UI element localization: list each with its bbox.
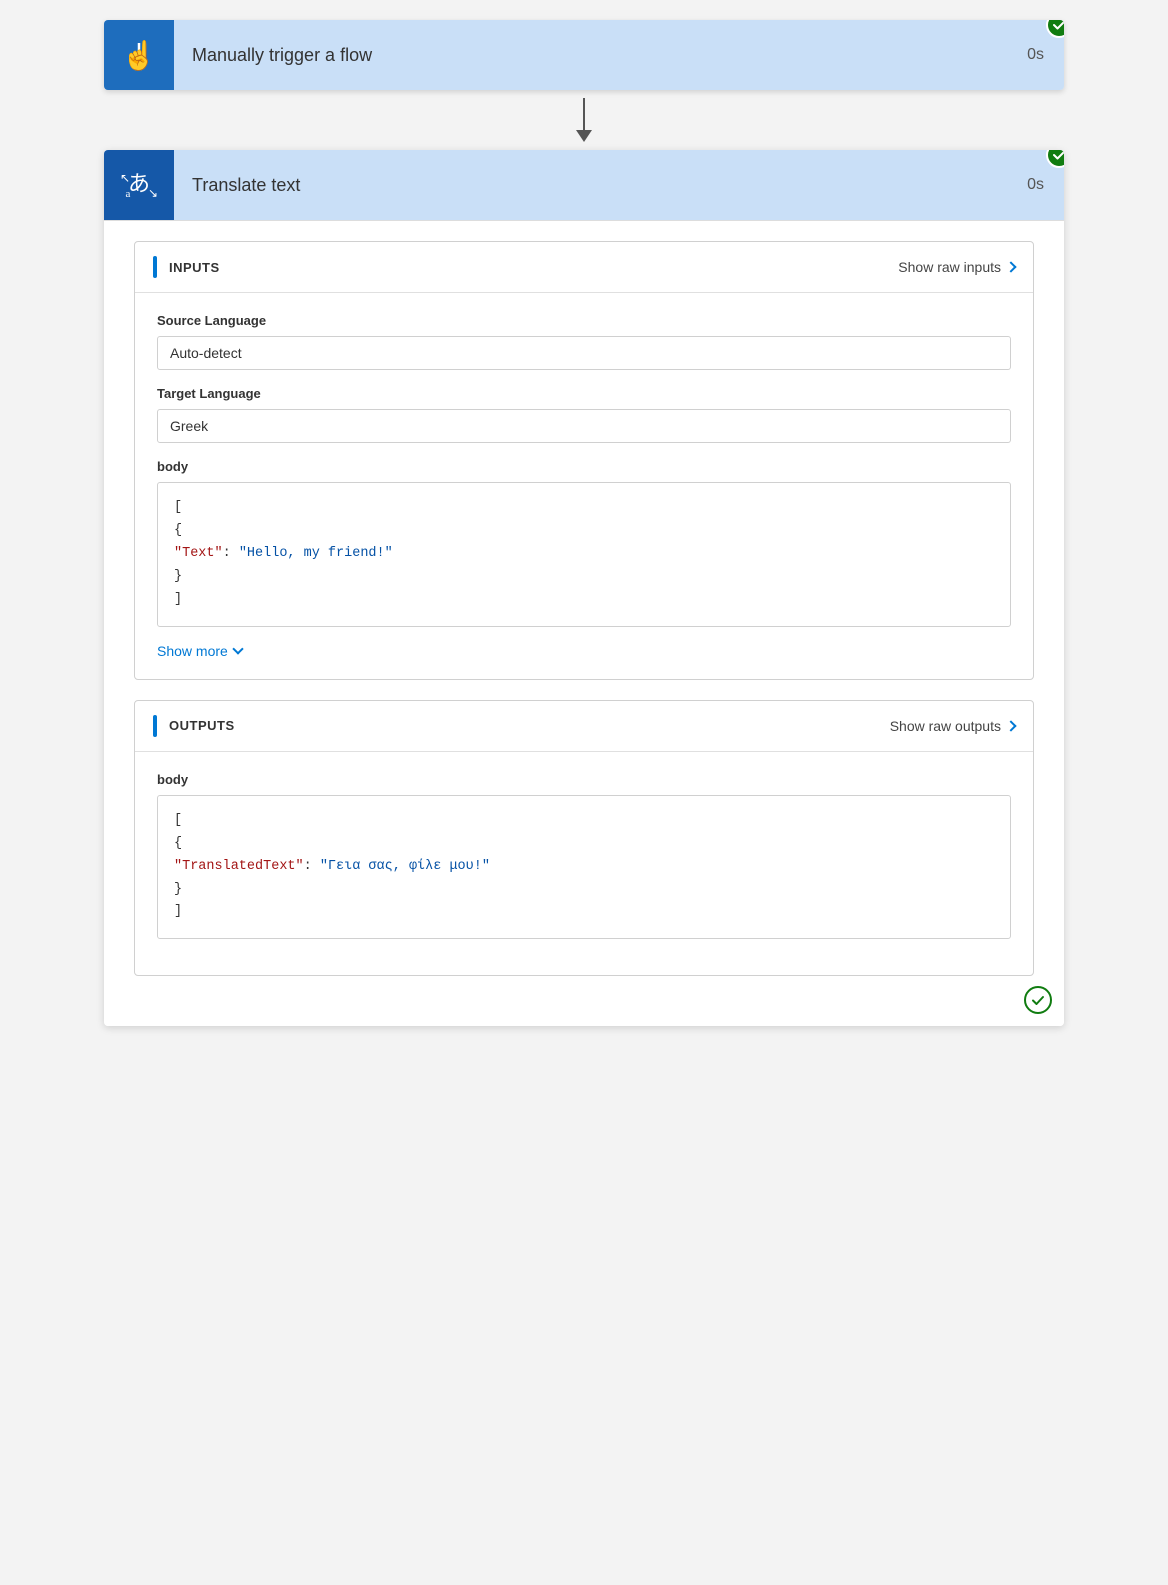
outputs-label-wrapper: OUTPUTS xyxy=(153,715,235,737)
translate-expand: INPUTS Show raw inputs Source Language A… xyxy=(104,220,1064,1026)
translate-duration: 0s xyxy=(1007,176,1064,194)
out-colon: : xyxy=(304,859,320,874)
code-brace-close: } xyxy=(174,566,994,589)
inputs-body-label: body xyxy=(157,459,1011,474)
out-brace-open: { xyxy=(174,833,994,856)
code-bracket-close: ] xyxy=(174,589,994,612)
source-language-value: Auto-detect xyxy=(157,336,1011,370)
code-colon: : xyxy=(223,546,239,561)
outputs-body-label: body xyxy=(157,772,1011,787)
code-key-value-line: "Text": "Hello, my friend!" xyxy=(174,543,994,566)
trigger-step[interactable]: ☝ Manually trigger a flow 0s xyxy=(104,20,1064,90)
out-bracket-close: ] xyxy=(174,901,994,924)
hand-pointer-icon: ☝ xyxy=(121,37,157,73)
code-bracket-open: [ xyxy=(174,497,994,520)
outputs-body-code: [ { "TranslatedText": "Γεια σας, φίλε μο… xyxy=(157,795,1011,940)
inputs-body-code: [ { "Text": "Hello, my friend!" } ] xyxy=(157,482,1011,627)
code-brace-open: { xyxy=(174,520,994,543)
svg-text:☝: ☝ xyxy=(122,38,157,72)
out-value: "Γεια σας, φίλε μου!" xyxy=(320,859,490,874)
translate-icon-wrapper: あ ↖ ↘ a xyxy=(104,150,174,220)
svg-text:↖: ↖ xyxy=(120,171,130,185)
show-raw-outputs-link[interactable]: Show raw outputs xyxy=(890,718,1015,734)
show-more-label: Show more xyxy=(157,643,228,659)
trigger-icon-wrapper: ☝ xyxy=(104,20,174,90)
chevron-down-icon xyxy=(232,644,243,655)
show-raw-outputs-label: Show raw outputs xyxy=(890,718,1001,734)
out-brace-close: } xyxy=(174,879,994,902)
inputs-header: INPUTS Show raw inputs xyxy=(135,242,1033,293)
inputs-section: INPUTS Show raw inputs Source Language A… xyxy=(134,241,1034,680)
source-language-label: Source Language xyxy=(157,313,1011,328)
inputs-label-wrapper: INPUTS xyxy=(153,256,220,278)
svg-text:あ: あ xyxy=(128,171,150,196)
inputs-accent-bar xyxy=(153,256,157,278)
target-language-label: Target Language xyxy=(157,386,1011,401)
outputs-header: OUTPUTS Show raw outputs xyxy=(135,701,1033,752)
chevron-right-outputs-icon xyxy=(1005,720,1016,731)
show-raw-inputs-link[interactable]: Show raw inputs xyxy=(898,259,1015,275)
outputs-section: OUTPUTS Show raw outputs body [ { xyxy=(134,700,1034,977)
out-key: "TranslatedText" xyxy=(174,859,304,874)
target-language-value: Greek xyxy=(157,409,1011,443)
out-bracket-open: [ xyxy=(174,810,994,833)
inputs-body: Source Language Auto-detect Target Langu… xyxy=(135,293,1033,679)
code-value: "Hello, my friend!" xyxy=(239,546,393,561)
arrow-connector xyxy=(576,90,592,150)
outputs-body: body [ { "TranslatedText": "Γεια σας, φί… xyxy=(135,752,1033,976)
chevron-right-icon xyxy=(1005,261,1016,272)
outputs-accent-bar xyxy=(153,715,157,737)
out-key-value-line: "TranslatedText": "Γεια σας, φίλε μου!" xyxy=(174,856,994,879)
bottom-success-badge xyxy=(1024,986,1052,1014)
translate-success-badge xyxy=(1046,150,1064,168)
translate-step[interactable]: あ ↖ ↘ a Translate text 0s xyxy=(104,150,1064,1026)
show-more-link[interactable]: Show more xyxy=(157,643,1011,659)
svg-text:a: a xyxy=(126,188,131,200)
outputs-label: OUTPUTS xyxy=(169,718,235,733)
show-raw-inputs-label: Show raw inputs xyxy=(898,259,1001,275)
translate-title: Translate text xyxy=(174,175,1007,196)
translate-icon: あ ↖ ↘ a xyxy=(119,165,159,205)
trigger-duration: 0s xyxy=(1007,46,1064,64)
svg-text:↘: ↘ xyxy=(148,186,158,200)
inputs-label: INPUTS xyxy=(169,260,220,275)
code-key: "Text" xyxy=(174,546,223,561)
trigger-title: Manually trigger a flow xyxy=(174,45,1007,66)
